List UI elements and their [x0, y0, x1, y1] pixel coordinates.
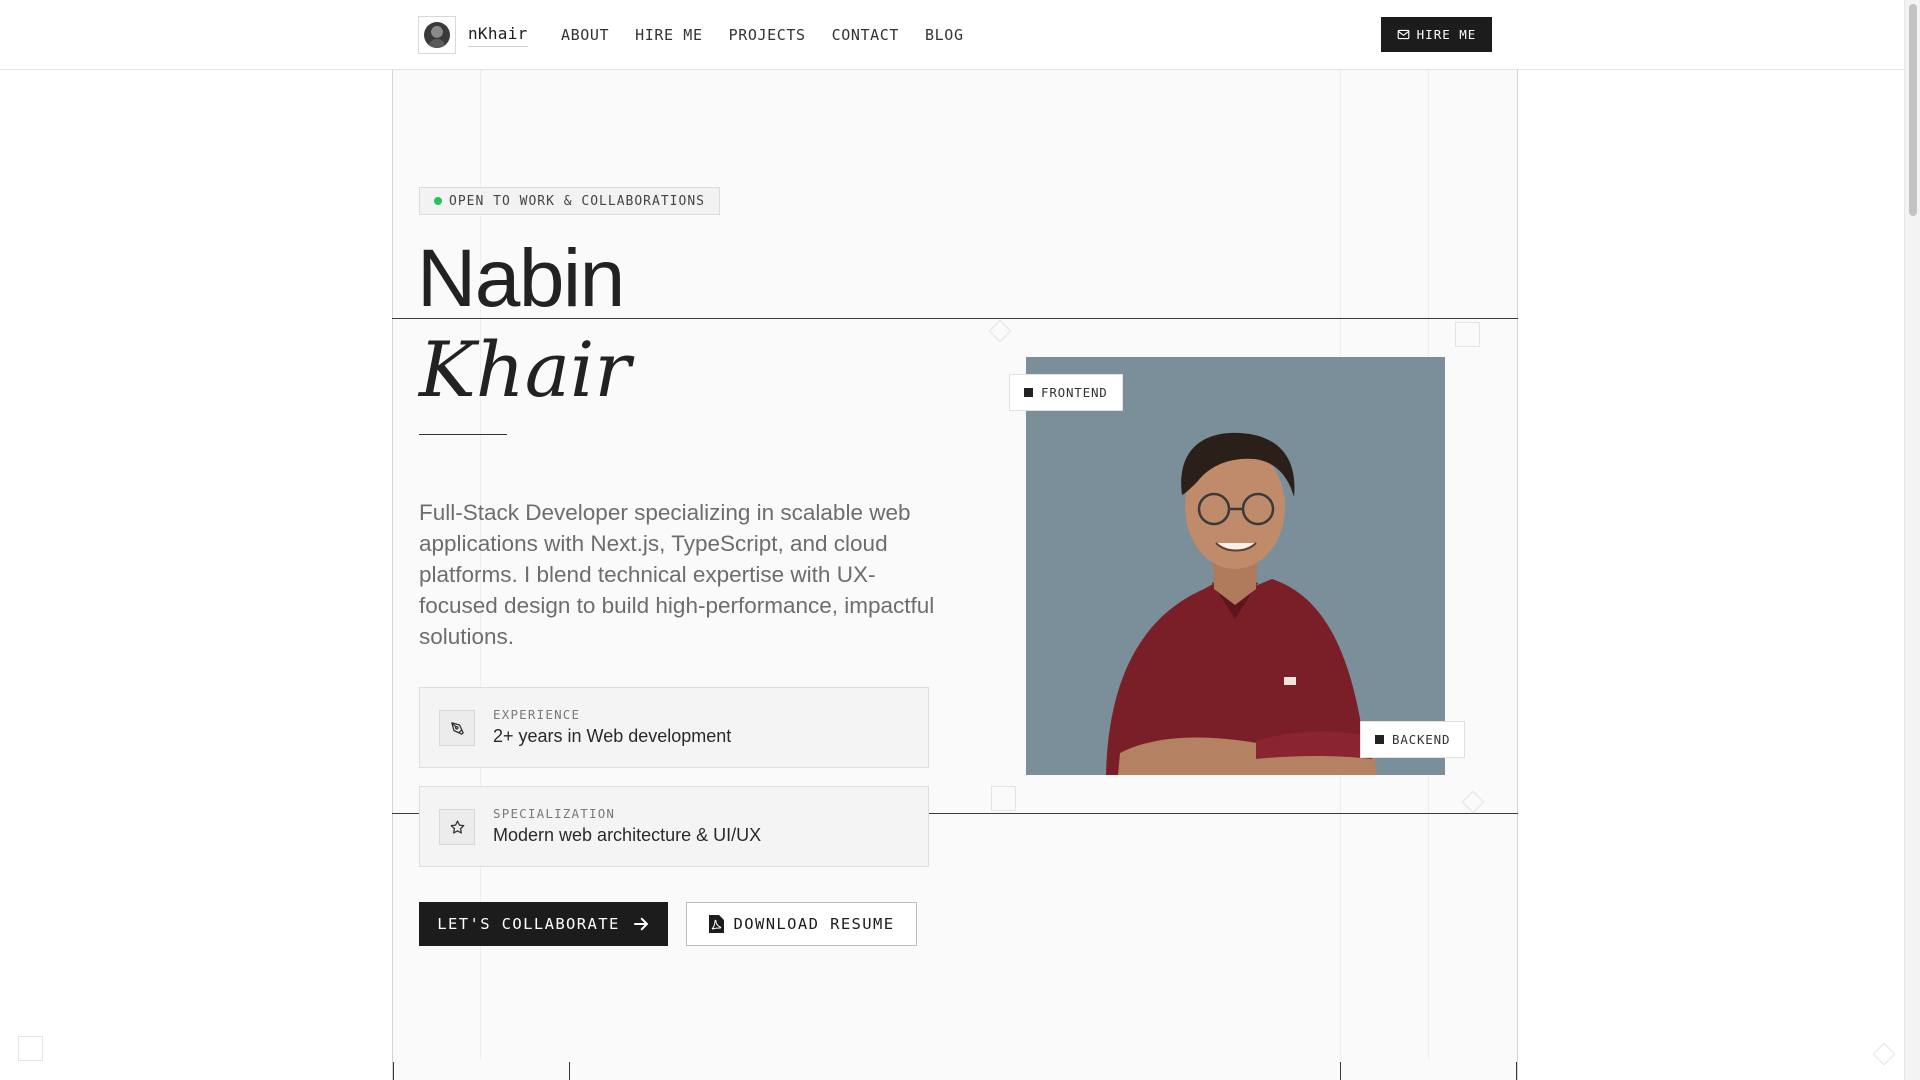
card-value: Modern web architecture & UI/UX	[493, 825, 762, 845]
nav-hire-me[interactable]: HIRE ME	[635, 26, 702, 44]
brand-name[interactable]: nKhair	[468, 24, 528, 47]
arrow-right-icon	[633, 917, 648, 931]
card-label: EXPERIENCE	[493, 707, 581, 722]
decorative-square	[1455, 322, 1480, 347]
main-nav: ABOUT HIRE ME PROJECTS CONTACT BLOG	[561, 26, 964, 44]
name-underline	[419, 434, 507, 435]
download-resume-button[interactable]: DOWNLOAD RESUME	[686, 902, 917, 946]
pdf-file-icon	[708, 915, 724, 933]
frontend-tag-label: FRONTEND	[1041, 385, 1108, 400]
info-icon-box	[439, 809, 475, 845]
mail-icon	[1397, 29, 1410, 40]
status-dot-icon	[434, 197, 442, 205]
pen-tool-icon	[450, 721, 464, 735]
backend-tag-label: BACKEND	[1392, 732, 1451, 747]
status-badge: OPEN TO WORK & COLLABORATIONS	[419, 187, 720, 215]
download-resume-label: DOWNLOAD RESUME	[733, 915, 895, 933]
nav-projects[interactable]: PROJECTS	[729, 26, 806, 44]
nav-blog[interactable]: BLOG	[925, 26, 964, 44]
backend-tag: BACKEND	[1360, 721, 1466, 758]
logo[interactable]	[418, 16, 456, 54]
decorative-square	[991, 786, 1016, 811]
first-name-heading: Nabin	[417, 233, 625, 324]
bio-text: Full-Stack Developer specializing in sca…	[419, 500, 935, 649]
star-icon	[450, 819, 464, 834]
status-text: OPEN TO WORK & COLLABORATIONS	[449, 193, 705, 209]
profile-photo	[1026, 357, 1445, 775]
info-icon-box	[439, 710, 475, 746]
card-value: 2+ years in Web development	[493, 726, 732, 746]
square-icon	[1375, 735, 1384, 744]
frame-tick	[393, 1062, 394, 1080]
collaborate-label: LET'S COLLABORATE	[437, 915, 620, 933]
site-header: nKhair ABOUT HIRE ME PROJECTS CONTACT BL…	[0, 0, 1904, 70]
nav-about[interactable]: ABOUT	[561, 26, 609, 44]
page-scrollbar[interactable]	[1904, 0, 1920, 1080]
avatar	[424, 22, 450, 48]
scrollbar-thumb[interactable]	[1909, 4, 1917, 216]
hire-me-button[interactable]: HIRE ME	[1381, 17, 1492, 52]
frontend-tag: FRONTEND	[1009, 374, 1123, 411]
decorative-diamond	[1872, 1042, 1896, 1066]
specialization-card: SPECIALIZATION Modern web architecture &…	[419, 786, 929, 867]
experience-card: EXPERIENCE 2+ years in Web development	[419, 687, 929, 768]
last-name-heading: Khair	[419, 325, 631, 414]
frame-tick	[569, 1062, 570, 1080]
lets-collaborate-button[interactable]: LET'S COLLABORATE	[419, 902, 668, 946]
portrait-illustration	[1106, 432, 1376, 775]
frame-tick	[1516, 1062, 1517, 1080]
decorative-square	[18, 1036, 43, 1061]
frame-tick	[1340, 1062, 1341, 1080]
card-label: SPECIALIZATION	[493, 806, 616, 821]
nav-contact[interactable]: CONTACT	[832, 26, 899, 44]
square-icon	[1024, 388, 1033, 397]
hire-me-label: HIRE ME	[1416, 27, 1477, 42]
